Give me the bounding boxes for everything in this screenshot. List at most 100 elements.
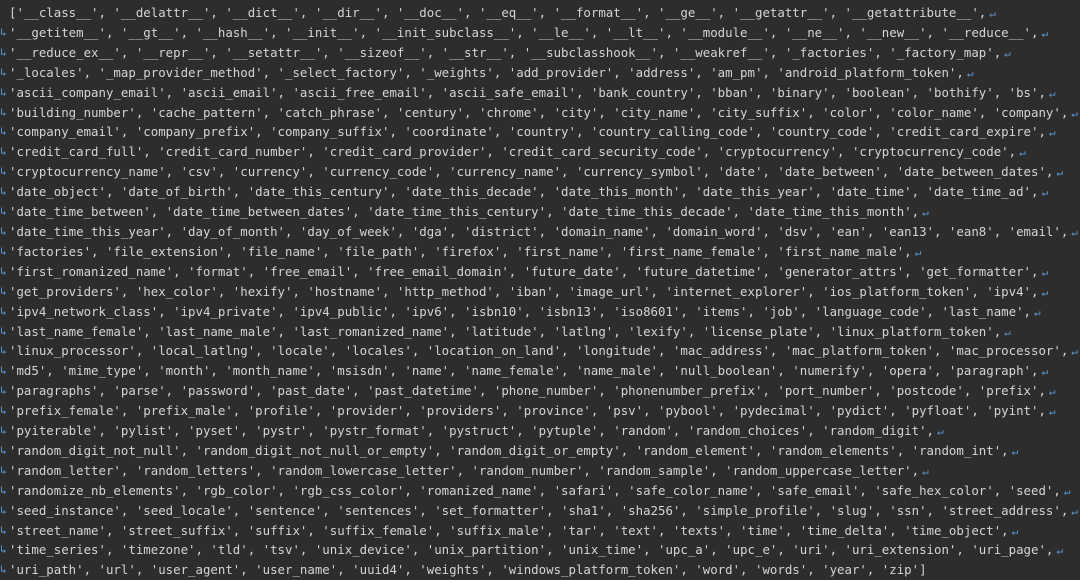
line-continuation-icon: ↳ [0,483,7,497]
line-wrap-icon: ↵ [1004,46,1011,60]
line-gutter-spacer [0,3,9,23]
terminal-line: ↳'uri_path', 'url', 'user_agent', 'user_… [0,560,1080,580]
terminal-line-text: 'pyiterable', 'pylist', 'pyset', 'pystr'… [9,423,935,439]
line-continuation-icon: ↳ [0,463,7,477]
line-wrap-icon: ↵ [1071,225,1078,239]
terminal-line: ↳'time_series', 'timezone', 'tld', 'tsv'… [0,540,1080,560]
line-continuation-icon: ↳ [0,284,7,298]
line-continuation-icon: ↳ [0,224,7,238]
terminal-line: ↳'random_letter', 'random_letters', 'ran… [0,461,1080,481]
line-wrap-icon: ↵ [1048,86,1056,100]
terminal-line-text: 'ascii_company_email', 'ascii_email', 'a… [9,84,1046,100]
terminal-line: ↳'first_romanized_name', 'format', 'free… [0,262,1080,282]
terminal-line: ↳'seed_instance', 'seed_locale', 'senten… [0,501,1080,521]
terminal-line-text: 'linux_processor', 'local_latlng', 'loca… [9,343,1069,359]
line-wrap-icon: ↵ [1056,166,1063,180]
terminal-line-text: 'date_time_between', 'date_time_between_… [9,204,920,220]
line-continuation-icon: ↳ [0,185,7,199]
line-continuation-icon: ↳ [0,364,7,378]
line-continuation-icon: ↳ [0,264,7,278]
terminal-line-text: 'street_name', 'street_suffix', 'suffix'… [9,522,1009,538]
line-wrap-icon: ↵ [1004,325,1011,339]
line-continuation-icon: ↳ [0,25,7,39]
terminal-line-text: 'date_time_this_year', 'day_of_month', '… [9,223,1069,239]
terminal-line: ↳'last_name_female', 'last_name_male', '… [0,322,1080,342]
line-continuation-icon: ↳ [0,244,7,258]
terminal-line: ↳'date_time_between', 'date_time_between… [0,202,1080,222]
line-wrap-icon: ↵ [966,66,974,80]
terminal-output-pane[interactable]: ['__class__', '__delattr__', '__dict__',… [0,0,1080,577]
line-continuation-icon: ↳ [0,105,7,119]
terminal-line-text: 'paragraphs', 'parse', 'password', 'past… [9,383,1046,399]
line-continuation-icon: ↳ [0,344,7,358]
line-wrap-icon: ↵ [1011,444,1019,458]
terminal-line-text: 'date_object', 'date_of_birth', 'date_th… [9,184,1039,200]
terminal-line: ↳'street_name', 'street_suffix', 'suffix… [0,521,1080,541]
terminal-line: ↳ '__getitem__', '__gt__', '__hash__', '_… [0,23,1080,43]
terminal-line: ↳'date_time_this_year', 'day_of_month', … [0,222,1080,242]
line-continuation-icon: ↳ [0,324,7,338]
line-wrap-icon: ↵ [1041,365,1049,379]
terminal-line-text: '__getitem__', '__gt__', '__hash__', '__… [9,24,1039,40]
terminal-line: ↳'company_email', 'company_prefix', 'com… [0,122,1080,142]
line-continuation-icon: ↳ [0,165,7,179]
line-wrap-icon: ↵ [1071,106,1078,120]
terminal-line: ↳'factories', 'file_extension', 'file_na… [0,242,1080,262]
terminal-line-text: 'prefix_female', 'prefix_male', 'profile… [9,403,1046,419]
line-wrap-icon: ↵ [1034,305,1041,319]
line-wrap-icon: ↵ [922,464,929,478]
terminal-line-text: 'first_romanized_name', 'format', 'free_… [9,263,1039,279]
terminal-line: ↳'ascii_company_email', 'ascii_email', '… [0,83,1080,103]
terminal-line-text: 'random_digit_not_null', 'random_digit_n… [9,442,1009,458]
terminal-line: ↳'date_object', 'date_of_birth', 'date_t… [0,182,1080,202]
terminal-line: ↳'credit_card_full', 'credit_card_number… [0,142,1080,162]
line-continuation-icon: ↳ [0,85,7,99]
terminal-line: ↳'linux_processor', 'local_latlng', 'loc… [0,341,1080,361]
terminal-line-text: 'cryptocurrency_name', 'csv', 'currency'… [9,164,1054,180]
line-wrap-icon: ↵ [1071,504,1078,518]
terminal-line: ↳'ipv4_network_class', 'ipv4_private', '… [0,302,1080,322]
line-wrap-icon: ↵ [1063,484,1071,498]
line-wrap-icon: ↵ [1011,524,1019,538]
line-wrap-icon: ↵ [1041,26,1049,40]
terminal-line-text: 'randomize_nb_elements', 'rgb_color', 'r… [9,482,1061,498]
line-continuation-icon: ↳ [0,304,7,318]
line-wrap-icon: ↵ [1041,285,1049,299]
line-continuation-icon: ↳ [0,563,7,577]
line-continuation-icon: ↳ [0,384,7,398]
line-wrap-icon: ↵ [1071,345,1078,359]
line-wrap-icon: ↵ [1056,544,1063,558]
terminal-line-text: 'credit_card_full', 'credit_card_number'… [9,144,1017,160]
line-wrap-icon: ↵ [1041,186,1049,200]
terminal-line-text: 'get_providers', 'hex_color', 'hexify', … [9,283,1039,299]
terminal-line: ↳ '_locales', '_map_provider_method', '_s… [0,63,1080,83]
line-wrap-icon: ↵ [1019,146,1026,160]
line-continuation-icon: ↳ [0,424,7,438]
terminal-line-text: '__reduce_ex__', '__repr__', '__setattr_… [9,44,1002,60]
terminal-line: ↳'paragraphs', 'parse', 'password', 'pas… [0,381,1080,401]
line-wrap-icon: ↵ [989,7,996,20]
line-continuation-icon: ↳ [0,443,7,457]
terminal-line-list: ['__class__', '__delattr__', '__dict__',… [0,3,1080,580]
terminal-line: ↳'pyiterable', 'pylist', 'pyset', 'pystr… [0,421,1080,441]
terminal-line: ↳'cryptocurrency_name', 'csv', 'currency… [0,162,1080,182]
line-wrap-icon: ↵ [1041,265,1049,279]
terminal-line-text: 'building_number', 'cache_pattern', 'cat… [9,104,1069,120]
line-continuation-icon: ↳ [0,205,7,219]
terminal-line: ↳'md5', 'mime_type', 'month', 'month_nam… [0,361,1080,381]
line-continuation-icon: ↳ [0,45,7,59]
terminal-line-text: '_locales', '_map_provider_method', '_se… [9,64,964,80]
line-wrap-icon: ↵ [1048,405,1056,419]
line-wrap-icon: ↵ [1048,126,1056,140]
line-continuation-icon: ↳ [0,404,7,418]
terminal-line-text: 'md5', 'mime_type', 'month', 'month_name… [9,363,1039,379]
terminal-line-text: 'last_name_female', 'last_name_male', 'l… [9,323,1002,339]
terminal-line-text: 'random_letter', 'random_letters', 'rand… [9,462,920,478]
terminal-line-text: 'uri_path', 'url', 'user_agent', 'user_n… [9,562,927,578]
terminal-line: ↳'building_number', 'cache_pattern', 'ca… [0,103,1080,123]
terminal-line: ↳'randomize_nb_elements', 'rgb_color', '… [0,481,1080,501]
line-continuation-icon: ↳ [0,523,7,537]
line-continuation-icon: ↳ [0,65,7,79]
terminal-line-text: 'factories', 'file_extension', 'file_nam… [9,243,912,259]
line-continuation-icon: ↳ [0,543,7,557]
